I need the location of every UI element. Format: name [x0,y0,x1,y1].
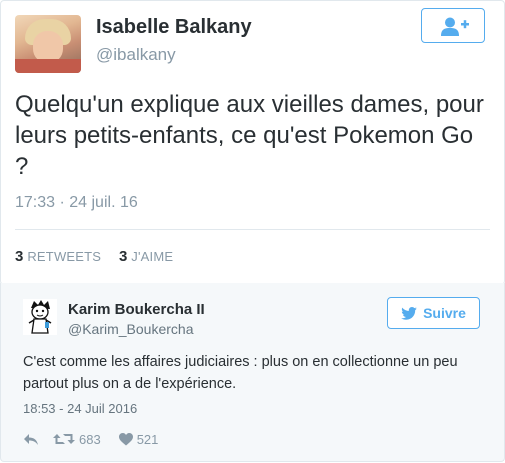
heart-icon [118,432,133,445]
retweets-stat[interactable]: 3 RETWEETS [15,248,105,265]
author-handle[interactable]: @ibalkany [96,45,176,65]
follow-button[interactable] [421,8,485,43]
like-action[interactable]: 521 [118,431,159,447]
likes-label: J'AIME [131,249,174,264]
likes-count: 3 [118,248,128,265]
reply-timestamp[interactable]: 18:53 - 24 Juil 2016 [23,401,137,416]
retweets-label: RETWEETS [27,249,102,264]
retweet-count: 683 [79,431,101,447]
cartoon-avatar-icon [28,300,52,334]
reply-icon [24,433,38,445]
main-tweet-card: Isabelle Balkany @ibalkany Quelqu'un exp… [0,0,505,285]
retweet-icon [53,434,75,444]
like-count: 521 [136,431,159,447]
retweets-count: 3 [15,248,24,265]
reply-author-name[interactable]: Karim Boukercha II [68,301,205,318]
reply-action[interactable] [23,433,39,446]
reply-tweet-card: Karim Boukercha II @Karim_Boukercha Suiv… [0,283,505,462]
retweet-action[interactable]: 683 [53,432,101,447]
divider [15,229,490,230]
reply-actions: 683 521 [23,429,158,449]
author-name[interactable]: Isabelle Balkany [96,16,252,39]
tweet-timestamp[interactable]: 17:33 · 24 juil. 16 [15,194,138,212]
twitter-bird-icon [401,306,417,320]
likes-stat[interactable]: 3 J'AIME [118,248,174,265]
tweet-stats: 3 RETWEETS 3 J'AIME [15,248,173,265]
follow-label: Suivre [423,305,466,321]
tweet-text: Quelqu'un explique aux vieilles dames, p… [15,91,484,180]
reply-author-avatar[interactable] [23,299,57,335]
reply-text: C'est comme les affaires judiciaires : p… [23,354,458,392]
reply-author-handle[interactable]: @Karim_Boukercha [68,321,194,337]
add-user-icon [441,17,469,36]
follow-button-reply[interactable]: Suivre [387,297,480,329]
author-avatar[interactable] [15,15,81,73]
